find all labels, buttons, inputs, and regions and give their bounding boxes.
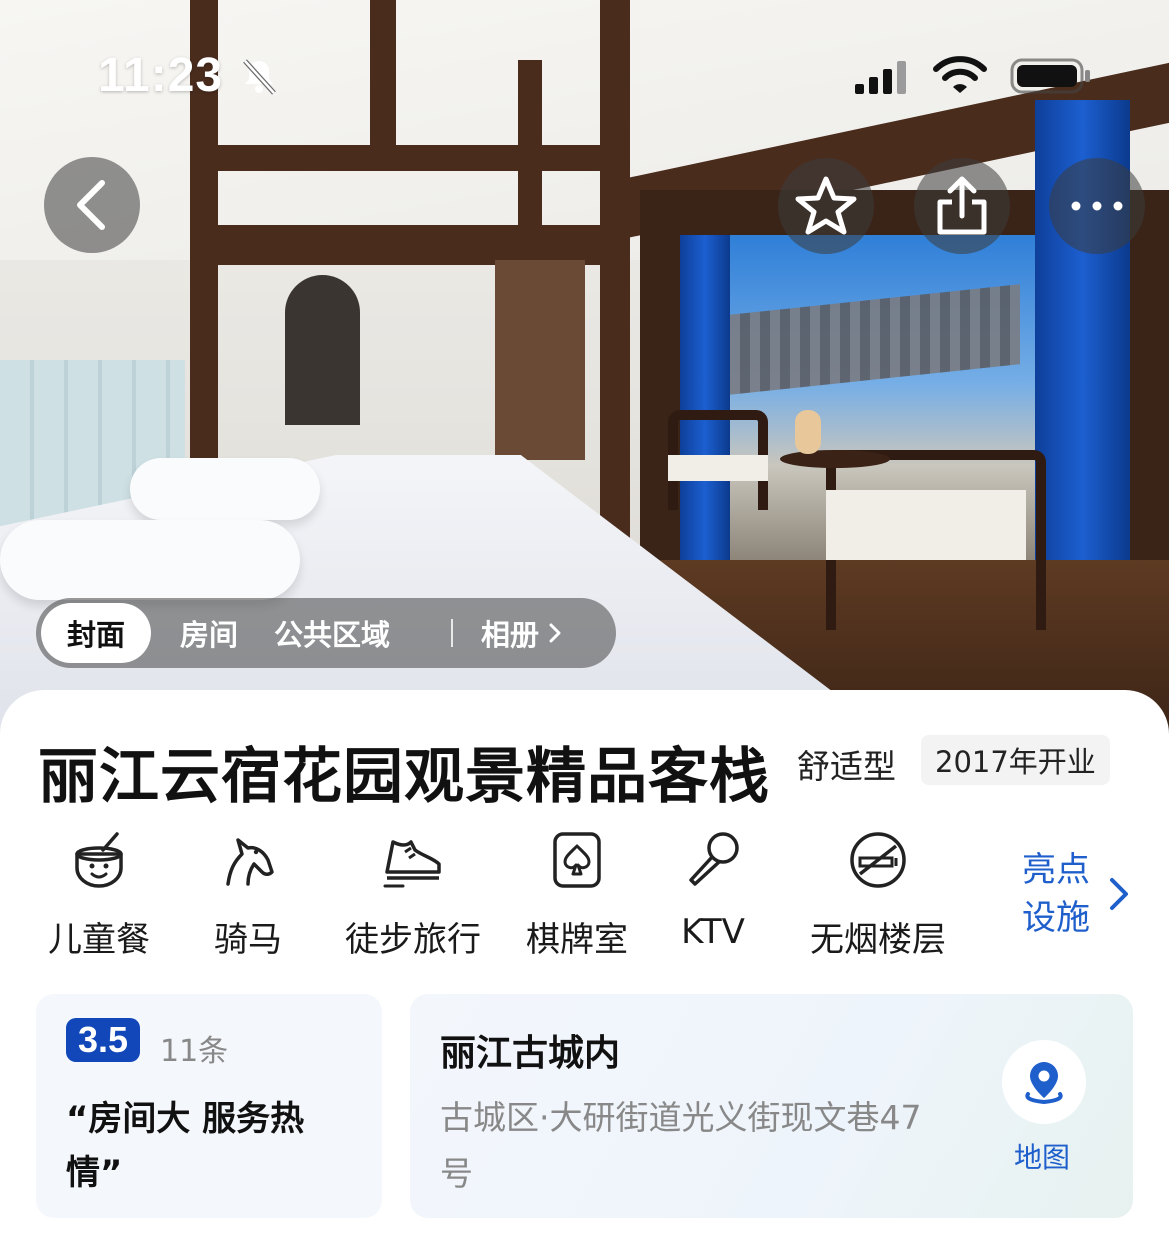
tab-divider [451, 619, 453, 647]
photo-chair-seat [668, 455, 768, 481]
review-summary-card[interactable]: 3.5 11条 “房间大 服务热情” [36, 994, 382, 1218]
review-quote: “房间大 服务热情” [66, 1099, 305, 1193]
share-icon [937, 176, 987, 235]
review-count: 11条 [160, 1034, 229, 1069]
highlight-facilities-link[interactable]: 亮点设施 [1022, 846, 1142, 942]
photo-table [780, 450, 890, 468]
hotel-type: 舒适型 [797, 747, 896, 786]
location-address: 古城区·大研街道光义街现文巷47号 [440, 1098, 922, 1193]
favorite-button[interactable] [778, 158, 874, 254]
facility-ktv[interactable]: KTV [681, 828, 745, 952]
facility-label: 骑马 [214, 920, 282, 960]
more-options-button[interactable] [1049, 158, 1145, 254]
kids-meal-icon [75, 832, 123, 888]
star-icon [795, 176, 857, 235]
map-label: 地图 [1014, 1141, 1071, 1174]
no-smoking-icon [850, 832, 906, 888]
photo-vase [795, 410, 821, 454]
sneaker-icon [383, 840, 441, 888]
photo-bathroom [495, 260, 585, 460]
status-time: 11:23 [98, 49, 224, 102]
photo-chair-seat [826, 490, 1026, 560]
facility-label: 儿童餐 [48, 920, 150, 960]
photo-pillow [0, 520, 300, 600]
wifi-icon [933, 56, 987, 93]
map-pin-icon [1025, 1062, 1063, 1105]
more-dots-icon [1071, 201, 1123, 211]
tab-public-area[interactable]: 公共区域 [273, 603, 391, 663]
back-button[interactable] [44, 157, 140, 253]
photo-beam [215, 145, 625, 171]
photo-curtain [680, 235, 730, 565]
microphone-icon [689, 832, 739, 886]
battery-icon [1010, 58, 1090, 94]
map-button[interactable] [1002, 1040, 1086, 1124]
share-button[interactable] [914, 158, 1010, 254]
tab-cover[interactable]: 封面 [41, 603, 151, 663]
location-card[interactable]: 丽江古城内 古城区·大研街道光义街现文巷47号 地图 [410, 994, 1133, 1218]
facility-label: KTV [681, 912, 745, 952]
facility-hiking[interactable]: 徒步旅行 [345, 828, 481, 961]
photo-beam [215, 225, 625, 265]
highlight-facilities-label: 亮点设施 [1022, 850, 1090, 938]
horse-icon [226, 838, 274, 886]
hotel-name: 丽江云宿花园观景精品客栈 [38, 742, 770, 812]
facility-kids-meal[interactable]: 儿童餐 [48, 828, 150, 961]
facility-label: 徒步旅行 [345, 920, 481, 960]
photo-niche [285, 275, 360, 425]
photo-pillow [130, 458, 320, 520]
facility-label: 棋牌室 [526, 920, 628, 960]
spade-card-icon [553, 832, 601, 888]
photo-category-tabs: 封面 房间 公共区域 相册 [36, 598, 616, 668]
facility-non-smoking-floor[interactable]: 无烟楼层 [810, 828, 946, 961]
facility-label: 无烟楼层 [810, 920, 946, 960]
opening-year-badge: 2017年开业 [921, 735, 1110, 785]
chevron-left-icon [77, 180, 105, 230]
chevron-right-icon [1110, 878, 1128, 910]
rating-score-badge: 3.5 [66, 1018, 141, 1062]
cellular-signal-icon [855, 61, 906, 94]
tab-album[interactable]: 相册 [481, 603, 563, 663]
bell-muted-icon [243, 59, 276, 95]
tab-room[interactable]: 房间 [151, 603, 267, 663]
tab-album-label: 相册 [481, 618, 540, 652]
chevron-right-icon [549, 623, 561, 643]
photo-beam [370, 0, 396, 150]
facility-chess-room[interactable]: 棋牌室 [526, 828, 628, 961]
facility-horse-riding[interactable]: 骑马 [214, 828, 282, 961]
photo-beam [518, 60, 542, 230]
location-title: 丽江古城内 [440, 1033, 621, 1074]
